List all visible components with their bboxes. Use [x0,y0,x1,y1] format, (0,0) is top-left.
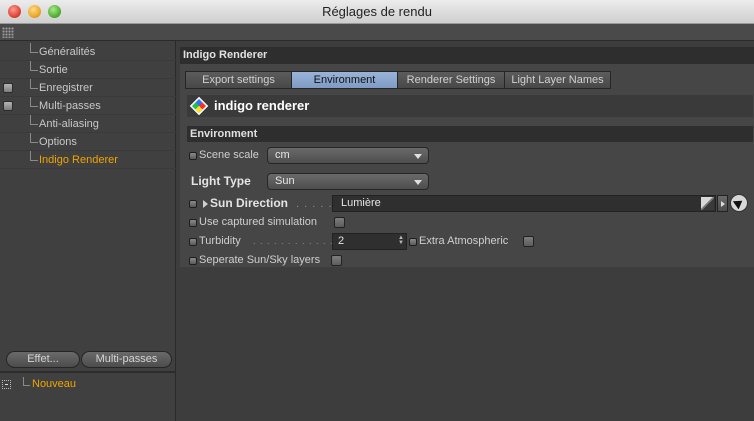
indigo-logo-icon [189,96,209,116]
separate-layers-label: Seperate Sun/Sky layers [199,254,321,266]
tree-branch-icon [30,97,38,107]
animate-dot[interactable] [189,219,197,227]
light-type-row: Light Type Sun [189,173,489,191]
tree-branch-icon [30,151,38,161]
settings-tree: Généralités Sortie Enregistrer Multi-passes… [0,43,176,169]
divider [0,371,176,373]
tree-branch-icon [30,43,38,53]
effect-button[interactable]: Effet... [6,351,80,368]
title-bar: Réglages de rendu [0,0,754,24]
section-title: Environment [187,126,753,142]
scene-scale-label: Scene scale [199,149,259,161]
tree-branch-icon [30,61,38,71]
logo-text: indigo renderer [214,98,310,113]
sun-direction-row: Sun Direction . . . . . . Lumière [189,194,749,213]
animate-dot[interactable] [189,257,197,265]
picker-icon[interactable] [730,194,748,212]
link-arrow-button[interactable] [717,195,728,212]
spinner-icon[interactable]: ▲ ▼ [398,235,404,247]
settings-box: Indigo Renderer Export settings Environm… [180,47,754,267]
tree-branch-icon [30,115,38,125]
turbidity-label: Turbidity [199,235,241,247]
turbidity-value: 2 [338,235,345,247]
scene-scale-row: Scene scale cm [189,147,489,165]
light-type-label: Light Type [191,174,251,188]
sidebar-item[interactable]: Généralités [0,43,176,61]
sidebar-item[interactable]: Options [0,133,176,151]
separate-layers-checkbox[interactable] [331,255,342,266]
sidebar-item[interactable]: Enregistrer [0,79,176,97]
sidebar-item[interactable]: Sortie [0,61,176,79]
enable-checkbox[interactable] [3,101,13,111]
enable-checkbox[interactable] [3,83,13,93]
turbidity-input[interactable]: 2 ▲ ▼ [332,233,407,250]
sun-direction-label: Sun Direction [210,196,289,210]
tree-branch-icon [23,377,30,386]
sidebar-item-label: Généralités [39,46,96,58]
animate-dot[interactable] [189,200,197,208]
preset-label[interactable]: Nouveau [32,378,76,390]
extra-atmospheric-label: Extra Atmospheric [419,235,509,247]
sidebar-item[interactable]: Multi-passes [0,97,176,115]
animate-dot[interactable] [189,238,197,246]
expand-triangle-icon[interactable] [203,200,208,208]
light-type-value: Sun [275,175,295,187]
sidebar-item-label: Options [39,136,77,148]
tree-branch-icon [30,79,38,89]
window-title: Réglages de rendu [322,4,432,19]
light-type-select[interactable]: Sun [267,173,429,190]
toolbar-strip [0,24,754,41]
expand-icon[interactable] [2,380,11,389]
right-panel: Indigo Renderer Export settings Environm… [177,41,754,421]
multipass-button[interactable]: Multi-passes [81,351,172,368]
scene-scale-value: cm [275,149,290,161]
left-panel: Généralités Sortie Enregistrer Multi-passes… [0,41,176,421]
use-captured-row: Use captured simulation [189,214,489,232]
sidebar-item-label: Indigo Renderer [39,154,118,166]
preset-row[interactable]: Nouveau [0,377,176,393]
tree-branch-icon [30,133,38,143]
sidebar-item-label: Enregistrer [39,82,93,94]
tab-export-settings[interactable]: Export settings [185,71,292,89]
tab-light-layer-names[interactable]: Light Layer Names [504,71,611,89]
sidebar-item-label: Sortie [39,64,68,76]
extra-atmospheric-checkbox[interactable] [523,236,534,247]
use-captured-checkbox[interactable] [334,217,345,228]
scene-scale-select[interactable]: cm [267,147,429,164]
panel-title: Indigo Renderer [180,47,754,64]
sun-direction-value: Lumière [341,197,381,209]
sidebar-item[interactable]: Indigo Renderer [0,151,176,169]
tab-renderer-settings[interactable]: Renderer Settings [397,71,505,89]
sidebar-item-label: Anti-aliasing [39,118,99,130]
logo-bar: indigo renderer [187,95,753,117]
animate-dot[interactable] [409,238,417,246]
turbidity-row: Turbidity . . . . . . . . . . . . . 2 ▲ ▼… [189,233,549,251]
separate-layers-row: Seperate Sun/Sky layers [189,252,489,270]
grip-icon[interactable] [2,27,14,38]
link-icon [701,197,714,210]
chevron-down-icon [414,180,422,185]
animate-dot[interactable] [189,152,197,160]
chevron-down-icon [414,154,422,159]
sun-direction-link-field[interactable]: Lumière [332,195,716,212]
use-captured-label: Use captured simulation [199,216,318,228]
tab-environment[interactable]: Environment [291,71,398,89]
turbidity-leader: . . . . . . . . . . . . . [253,236,341,246]
sidebar-item[interactable]: Anti-aliasing [0,115,176,133]
sidebar-item-label: Multi-passes [39,100,101,112]
